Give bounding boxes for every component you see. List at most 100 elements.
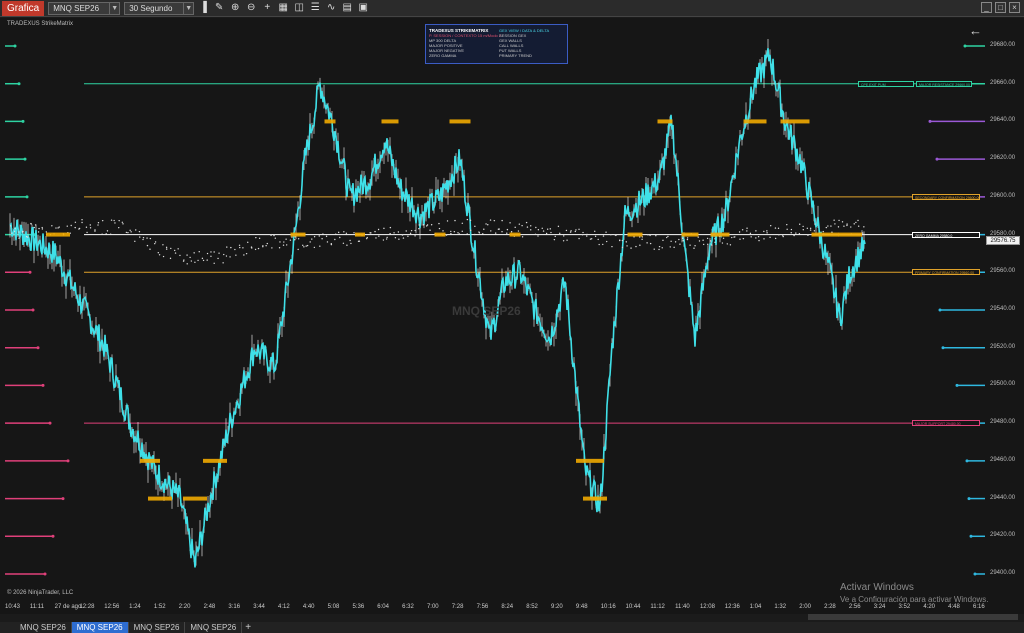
gamma-dot [429, 229, 431, 231]
gamma-dot [453, 231, 456, 233]
gamma-dot [97, 222, 100, 224]
chevron-down-icon[interactable]: ▼ [109, 2, 119, 14]
app-tab[interactable]: Grafica [2, 0, 45, 16]
chart-tab[interactable]: MNQ SEP26 [129, 622, 186, 633]
gamma-dot [493, 219, 496, 222]
data-box-icon[interactable]: ▦ [276, 1, 290, 15]
gamma-dot [302, 244, 304, 247]
maximize-icon[interactable]: □ [995, 2, 1006, 13]
time-axis-label: 8:24 [501, 604, 514, 610]
strike-dot-left [23, 157, 27, 161]
gamma-dot [602, 243, 604, 246]
time-axis-label: 12:08 [699, 604, 715, 610]
gamma-dot [255, 236, 257, 239]
close-icon[interactable]: × [1009, 2, 1020, 13]
gamma-dot [37, 231, 40, 233]
back-arrow-icon[interactable]: ← [969, 23, 982, 38]
price-axis-label: 29620.00 [990, 155, 1016, 162]
gamma-dot [158, 254, 161, 256]
gamma-dot [489, 219, 492, 221]
orange-marker [838, 232, 862, 237]
gamma-dot [469, 229, 472, 232]
gamma-dot [506, 228, 509, 231]
gamma-dot [598, 243, 600, 246]
gamma-dot [397, 231, 400, 233]
gamma-dot [118, 226, 120, 229]
gamma-dot [525, 221, 528, 224]
time-axis-label: 2:28 [824, 604, 836, 610]
strategies-icon[interactable]: ▤ [340, 1, 354, 15]
add-tab-icon[interactable]: + [242, 622, 254, 633]
time-axis-label: 3:44 [253, 604, 265, 610]
interval-selector[interactable]: 30 Segundo ▼ [124, 1, 195, 15]
gamma-dot [706, 237, 709, 240]
panel-right-row: PRIMARY TREND [499, 53, 532, 58]
gamma-dot [799, 223, 801, 225]
gamma-dot [33, 226, 36, 229]
time-axis[interactable]: 10:43 11:11 27 de ago. 12:28 12:56 1:24 1:52 2:… [0, 602, 1024, 614]
gamma-dot [230, 246, 232, 249]
zoom-in-icon[interactable]: ⊕ [228, 1, 242, 15]
gamma-dot [778, 234, 780, 236]
gamma-dot [534, 233, 537, 236]
key-level-label: PRIMARY CONFIRMATION 29560.00 [912, 269, 980, 276]
chart-scrollbar[interactable] [808, 614, 1018, 620]
orange-marker [576, 458, 604, 463]
gamma-dot [610, 234, 612, 236]
gamma-dot [662, 239, 664, 242]
gamma-dot [458, 233, 460, 235]
gamma-dot [257, 247, 260, 250]
gamma-dot [809, 229, 812, 231]
pencil-icon[interactable]: ✎ [212, 1, 226, 15]
strike-dot-right [963, 44, 967, 48]
gamma-dot [822, 230, 824, 233]
gamma-dot [738, 231, 741, 233]
chart-tab[interactable]: MNQ SEP26 [15, 622, 72, 633]
gamma-dot [550, 231, 552, 234]
indicators-icon[interactable]: ∿ [324, 1, 338, 15]
gamma-dot [14, 228, 16, 230]
gamma-dot [709, 240, 712, 242]
properties-icon[interactable]: ☰ [308, 1, 322, 15]
bar-type-icon[interactable]: ▐ [196, 1, 210, 15]
chevron-down-icon[interactable]: ▼ [183, 2, 193, 14]
chart-tab-active[interactable]: MNQ SEP26 [71, 622, 129, 633]
gamma-dot [165, 248, 168, 250]
gamma-dot [346, 244, 348, 246]
gamma-dot [597, 238, 599, 241]
gamma-dot [297, 248, 299, 251]
chart-tab[interactable]: MNQ SEP26 [185, 622, 243, 633]
gamma-dot [857, 225, 860, 227]
gamma-dot [485, 223, 487, 225]
gamma-dot [146, 237, 148, 239]
gamma-dot [714, 241, 716, 243]
gamma-dot [186, 254, 188, 256]
gamma-dot [782, 235, 784, 238]
time-axis-label: 6:04 [377, 604, 389, 610]
orange-marker [657, 119, 673, 124]
screenshot-icon[interactable]: ▣ [356, 1, 370, 15]
gamma-dot [350, 242, 352, 245]
gamma-dot [239, 246, 241, 249]
strike-dot-left [13, 44, 17, 48]
gamma-dot [41, 228, 44, 230]
gamma-dot [202, 259, 205, 262]
gamma-dot [405, 230, 407, 232]
split-panel-icon[interactable]: ◫ [292, 1, 306, 15]
gamma-dot [487, 224, 489, 226]
gamma-dot [574, 230, 577, 233]
gamma-dot [25, 236, 28, 238]
crosshair-icon[interactable]: + [260, 1, 274, 15]
time-axis-label: 6:16 [973, 604, 985, 610]
gamma-dot [774, 237, 777, 240]
instrument-selector[interactable]: MNQ SEP26 ▼ [48, 1, 121, 15]
gamma-dot [474, 225, 476, 228]
zoom-out-icon[interactable]: ⊖ [244, 1, 258, 15]
gamma-dot [490, 230, 492, 232]
gamma-dot [655, 235, 657, 237]
gamma-dot [369, 232, 371, 234]
gamma-dot [193, 252, 195, 254]
gamma-dot [425, 225, 428, 227]
minimize-icon[interactable]: _ [981, 2, 992, 13]
gamma-dot [833, 219, 835, 221]
